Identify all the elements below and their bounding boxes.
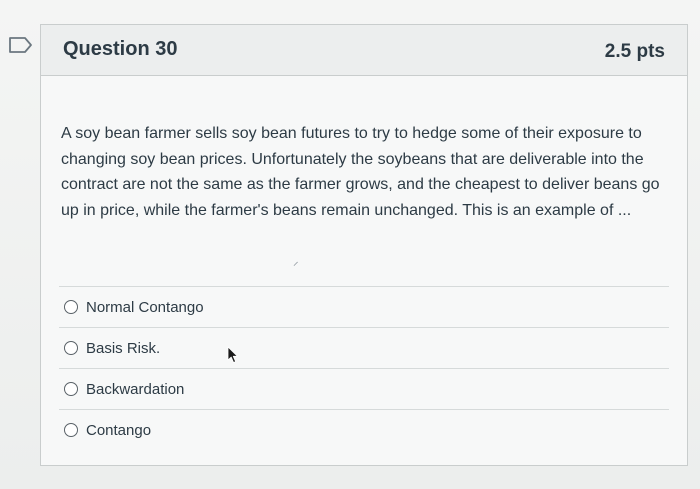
answer-label: Backwardation [86,380,185,398]
answer-label: Basis Risk. [86,339,161,357]
stray-mark: ⸝ [293,256,299,268]
answer-option-basis-risk[interactable]: Basis Risk. [59,327,669,368]
quiz-page: Question 30 2.5 pts A soy bean farmer se… [0,0,700,489]
answer-option-contango[interactable]: Contango [59,409,669,450]
bookmark-flag-icon[interactable] [8,36,34,54]
radio-button[interactable] [64,341,78,355]
question-points: 2.5 pts [604,41,665,62]
question-card: Question 30 2.5 pts A soy bean farmer se… [40,24,688,466]
mouse-pointer-icon [227,346,238,363]
question-title: Question 30 [63,38,178,60]
answer-option-backwardation[interactable]: Backwardation [59,368,669,409]
question-header: Question 30 2.5 pts [41,25,687,76]
answer-option-normal-contango[interactable]: Normal Contango [59,286,669,327]
answer-list: Normal Contango Basis Risk. Backwardatio… [59,286,669,450]
question-text: A soy bean farmer sells soy bean futures… [61,125,660,219]
radio-button[interactable] [64,300,78,314]
answer-label: Normal Contango [86,298,204,316]
answer-label: Contango [86,421,152,439]
radio-button[interactable] [64,423,78,437]
radio-button[interactable] [64,382,78,396]
